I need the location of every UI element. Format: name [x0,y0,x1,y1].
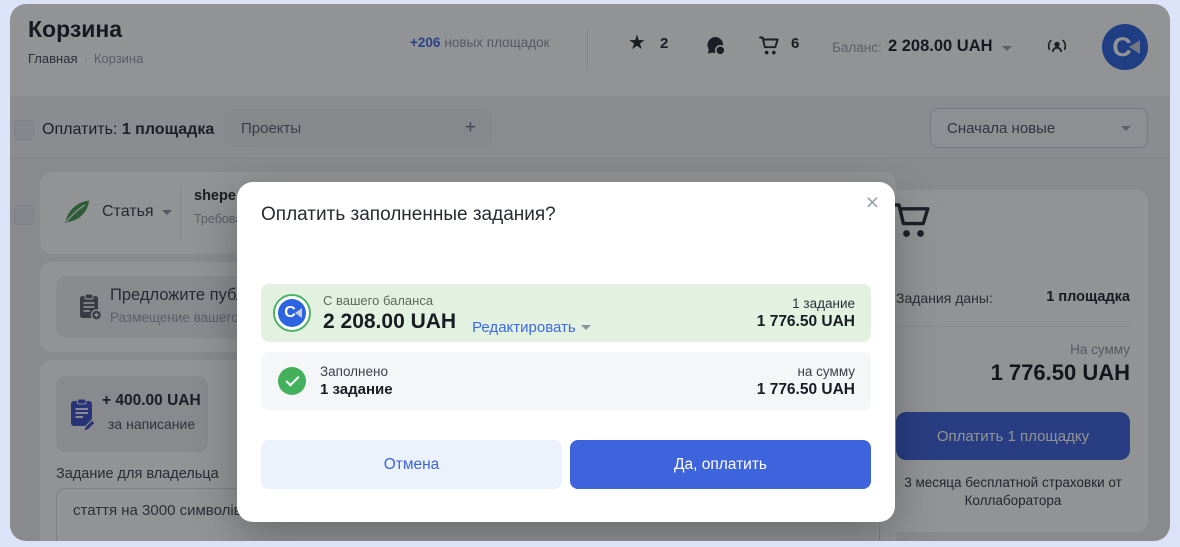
edit-link-label: Редактировать [472,319,576,336]
modal-title: Оплатить заполненные задания? [261,204,556,226]
chevron-down-icon [581,325,591,330]
filled-sum-label: на сумму [757,363,855,380]
tasks-count-label: 1 задание [757,295,855,312]
cancel-button[interactable]: Отмена [261,440,562,489]
page-background: Корзина Главная·Корзина +206новых площад… [0,0,1180,547]
logo-arrow-icon [295,308,302,318]
payment-confirm-modal: × Оплатить заполненные задания? C С ваше… [237,182,895,522]
balance-source-label: С вашего баланса [323,293,456,309]
app-window: Корзина Главная·Корзина +206новых площад… [10,4,1170,541]
edit-payment-link[interactable]: Редактировать [472,319,591,336]
close-icon[interactable]: × [866,188,879,216]
filled-row: Заполнено 1 задание на сумму 1 776.50 UA… [261,352,871,410]
filled-count: 1 задание [320,380,393,400]
balance-amount: 2 208.00 UAH [323,309,456,334]
filled-label: Заполнено [320,363,393,380]
collaborator-balance-logo: C [273,294,311,332]
confirm-pay-button[interactable]: Да, оплатить [570,440,871,489]
tasks-amount: 1 776.50 UAH [757,312,855,332]
balance-row: C С вашего баланса 2 208.00 UAH Редактир… [261,284,871,342]
filled-sum-amount: 1 776.50 UAH [757,380,855,400]
check-circle-icon [278,367,306,395]
